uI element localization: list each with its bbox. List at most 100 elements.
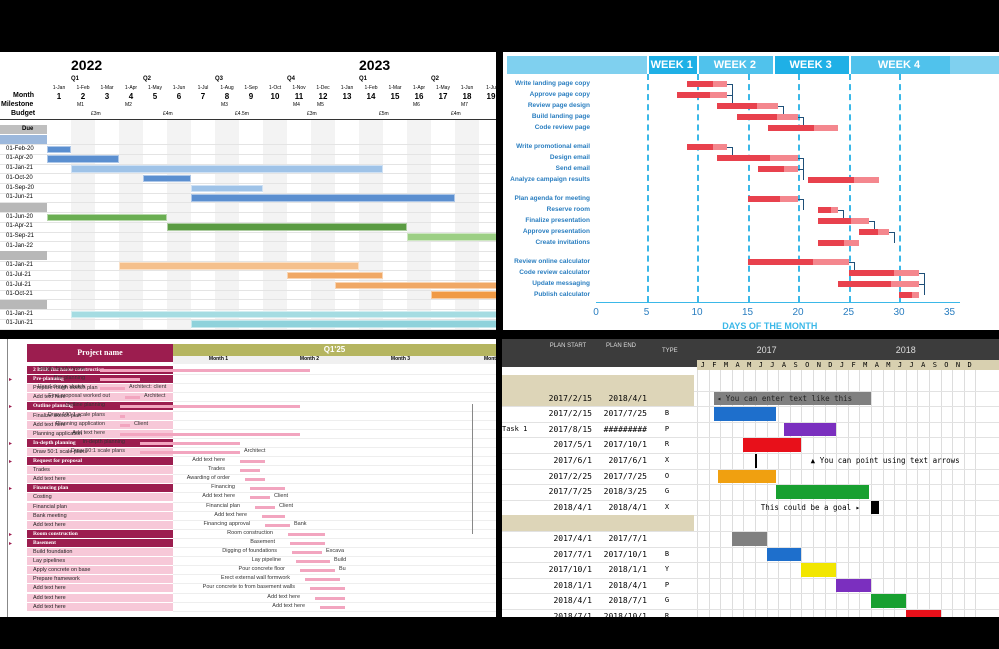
assignee-note: Client [274,493,289,500]
x-tick-label: 25 [842,307,855,318]
due-date-cell: 01-Jan-22 [6,242,34,249]
plan-end-cell: ######### [603,424,647,434]
month-letter: J [897,361,903,369]
row-gridline [0,299,496,301]
task-label: Approve presentation [522,228,590,235]
timeline-bar [140,441,240,445]
assignee-note: Client [279,502,294,509]
section-marker-icon: ▸ [9,377,13,384]
task-label: Build landing page [531,113,590,120]
month-date: 1-Dec [316,85,330,91]
section-label: Basement [33,539,56,546]
row-gridline [173,383,496,385]
timeline-bar [250,487,285,491]
group-header-row [0,135,47,144]
dependency-arrow [798,199,804,210]
quarter-label: Q2 [431,76,440,82]
task-label: Build foundation [33,549,73,555]
task-label: Write promotional email [516,143,590,150]
month-number: 14 [366,92,376,101]
milestone-marker: M2 [125,102,132,108]
section-label: Request for proposal [33,458,82,464]
timeline-bar [120,414,125,418]
week-gridline [899,74,901,302]
timeline-bar [262,514,285,518]
month-number: 3 [104,92,110,101]
task-bar [119,262,359,270]
due-date-cell: 01-Sep-21 [6,233,35,239]
month-number: 11 [294,92,304,101]
due-date-cell: 01-Jun-21 [6,194,34,201]
timeline-bar [300,569,335,573]
due-date-cell: 01-Apr-21 [6,223,33,230]
week-gridline [697,74,699,302]
row-gridline [502,577,999,579]
task-bar-progress [838,281,891,287]
annotation-text: ◂ You can enter text like this [716,393,853,403]
month-date: 1-Nov [292,85,306,91]
task-bar-progress [818,207,832,213]
task-bar-progress [858,229,879,235]
quarter-label: Q2 [143,76,152,82]
row-gridline [0,173,496,175]
section-marker-icon: ▸ [9,486,13,493]
row-gridline [173,437,496,439]
month-date: 1-Jun [172,85,186,91]
gantt-panel-yearly: PLAN START PLAN END TYPE 2017 2018 J F M A M J J A S O… [502,339,999,617]
group-header-row [0,202,47,212]
milestone-marker: M7 [461,102,468,108]
timeline-bar [120,432,300,436]
month-number: 9 [248,92,254,101]
month-date: 1-Jan [52,85,66,91]
plan-start-cell: 2017/7/25 [548,487,592,497]
task-bar-progress [737,114,777,120]
dependency-arrow [919,284,926,295]
plan-end-cell: 2018/10/1 [603,612,647,617]
assignee-note: Excava [326,548,345,554]
budget-row-label: Budget [11,110,36,117]
task-bar-progress [686,144,714,150]
plan-end-cell: 2017/7/25 [603,471,647,481]
assignee-note: Bu [339,566,346,573]
row-gridline [173,610,496,612]
task-bar [71,310,496,319]
plan-end-cell: 2018/7/1 [608,596,647,606]
month-date: 1-Apr [412,85,426,91]
timeline-bar [743,438,802,452]
timeline-bar [320,605,345,609]
due-date-cell: 01-Sep-20 [6,184,35,191]
due-date-cell: 01-Oct-21 [6,291,33,298]
assignee-note: Build [334,557,347,564]
row-gridline [0,270,496,272]
task-bar [47,145,71,154]
milestone-marker: M5 [317,102,324,108]
section-marker-icon: ▸ [9,531,13,538]
week-label: WEEK 2 [713,59,756,71]
plan-end-cell: 2018/3/25 [603,487,647,497]
task-bar [191,320,496,328]
quarter-label: Q1 [71,76,80,82]
task-bar [167,223,407,231]
x-tick-label: 35 [943,307,956,318]
year-label: 2017 [756,345,777,355]
type-cell: R [664,440,670,449]
type-cell: O [664,471,670,480]
plan-start-cell: 2018/4/1 [553,596,592,606]
plan-end-cell: 2017/10/1 [603,549,647,559]
task-label: Prepare framework [33,576,80,583]
budget-value: £5m [379,111,389,117]
x-tick-label: 30 [893,307,905,318]
section-marker-icon: ▸ [9,440,13,447]
section-marker-icon: ▸ [9,459,13,465]
month-letter: F [712,361,717,369]
timeline-bar [836,578,871,593]
task-label: Write landing page copy [514,80,590,87]
week-label: WEEK 3 [789,59,832,71]
budget-value: £3m [307,111,317,117]
month-date: 1-Feb [76,85,90,91]
task-bar [47,213,167,222]
month-letter: J [700,361,705,369]
task-label: Finalize presentation [525,217,590,224]
month-date: 1-Mar [388,85,402,91]
task-bar-progress [818,218,851,224]
